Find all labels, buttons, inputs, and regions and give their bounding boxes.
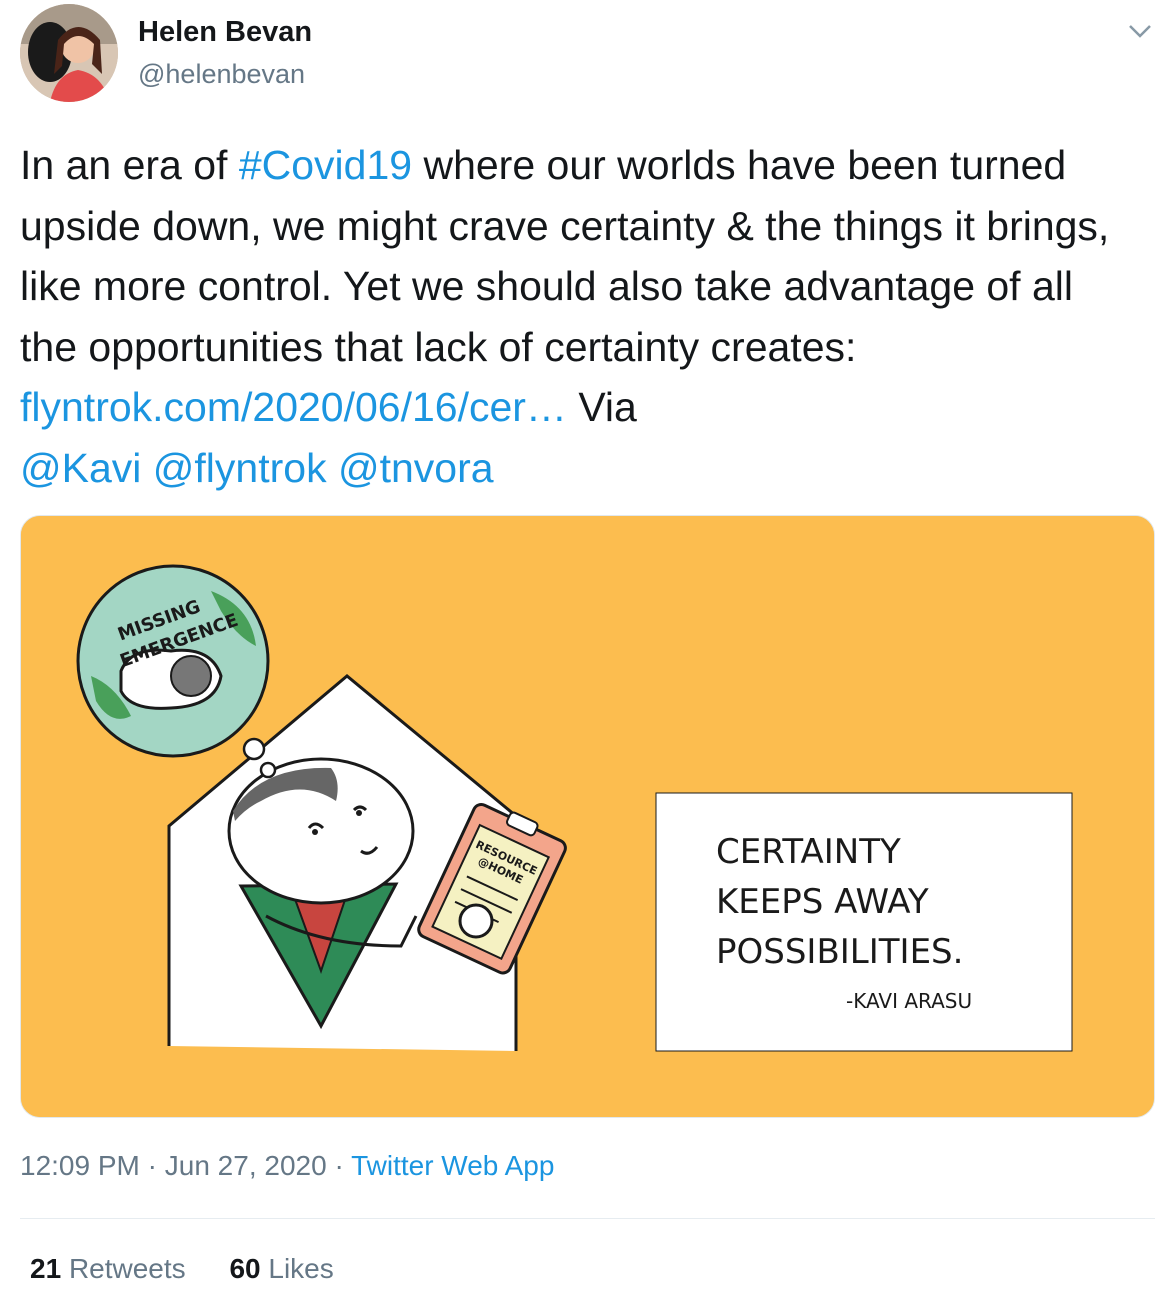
tweet-text-part: Via	[566, 384, 649, 430]
divider	[20, 1218, 1155, 1219]
retweets-label: Retweets	[68, 1253, 186, 1284]
retweets-count: 21	[30, 1253, 62, 1284]
likes-label: Likes	[268, 1253, 334, 1284]
user-name[interactable]: Helen Bevan	[138, 16, 312, 49]
article-link[interactable]: flyntrok.com/2020/06/16/cer…	[20, 384, 567, 430]
chevron-down-icon[interactable]	[1125, 16, 1155, 46]
avatar-image	[20, 4, 118, 102]
quote-line-3: POSSIBILITIES.	[716, 932, 963, 972]
meta-separator: ·	[326, 1150, 352, 1181]
quote-line-2: KEEPS AWAY	[716, 882, 929, 922]
tweet-header: Helen Bevan @helenbevan	[20, 4, 1155, 104]
mention-kavi[interactable]: @Kavi	[20, 445, 141, 491]
tweet-text-part: In an era of	[20, 142, 239, 188]
tweet-meta: 12:09 PM · Jun 27, 2020 · Twitter Web Ap…	[20, 1150, 554, 1182]
tweet-text: In an era of #Covid19 where our worlds h…	[20, 135, 1140, 498]
tweet-stats: 21 Retweets 60 Likes	[30, 1253, 370, 1285]
mention-tnvora[interactable]: @tnvora	[338, 445, 494, 491]
hashtag-link[interactable]: #Covid19	[239, 142, 412, 188]
tweet-date[interactable]: Jun 27, 2020	[165, 1150, 327, 1181]
tweet-time[interactable]: 12:09 PM	[20, 1150, 140, 1181]
user-handle[interactable]: @helenbevan	[138, 59, 305, 90]
quote-line-1: CERTAINTY	[716, 832, 901, 872]
retweets-stat[interactable]: 21 Retweets	[30, 1253, 186, 1284]
avatar[interactable]	[20, 4, 118, 102]
tweet-image[interactable]: RESOURCE @HOME MISSING EMERGENCE CERTAIN…	[20, 515, 1155, 1118]
illustration: RESOURCE @HOME MISSING EMERGENCE CERTAIN…	[21, 516, 1154, 1117]
quote-author: -KAVI ARASU	[846, 989, 972, 1013]
meta-separator: ·	[139, 1150, 165, 1181]
likes-stat[interactable]: 60 Likes	[229, 1253, 333, 1284]
likes-count: 60	[229, 1253, 261, 1284]
mention-flyntrok[interactable]: @flyntrok	[153, 445, 327, 491]
tweet-source-link[interactable]: Twitter Web App	[351, 1150, 554, 1181]
